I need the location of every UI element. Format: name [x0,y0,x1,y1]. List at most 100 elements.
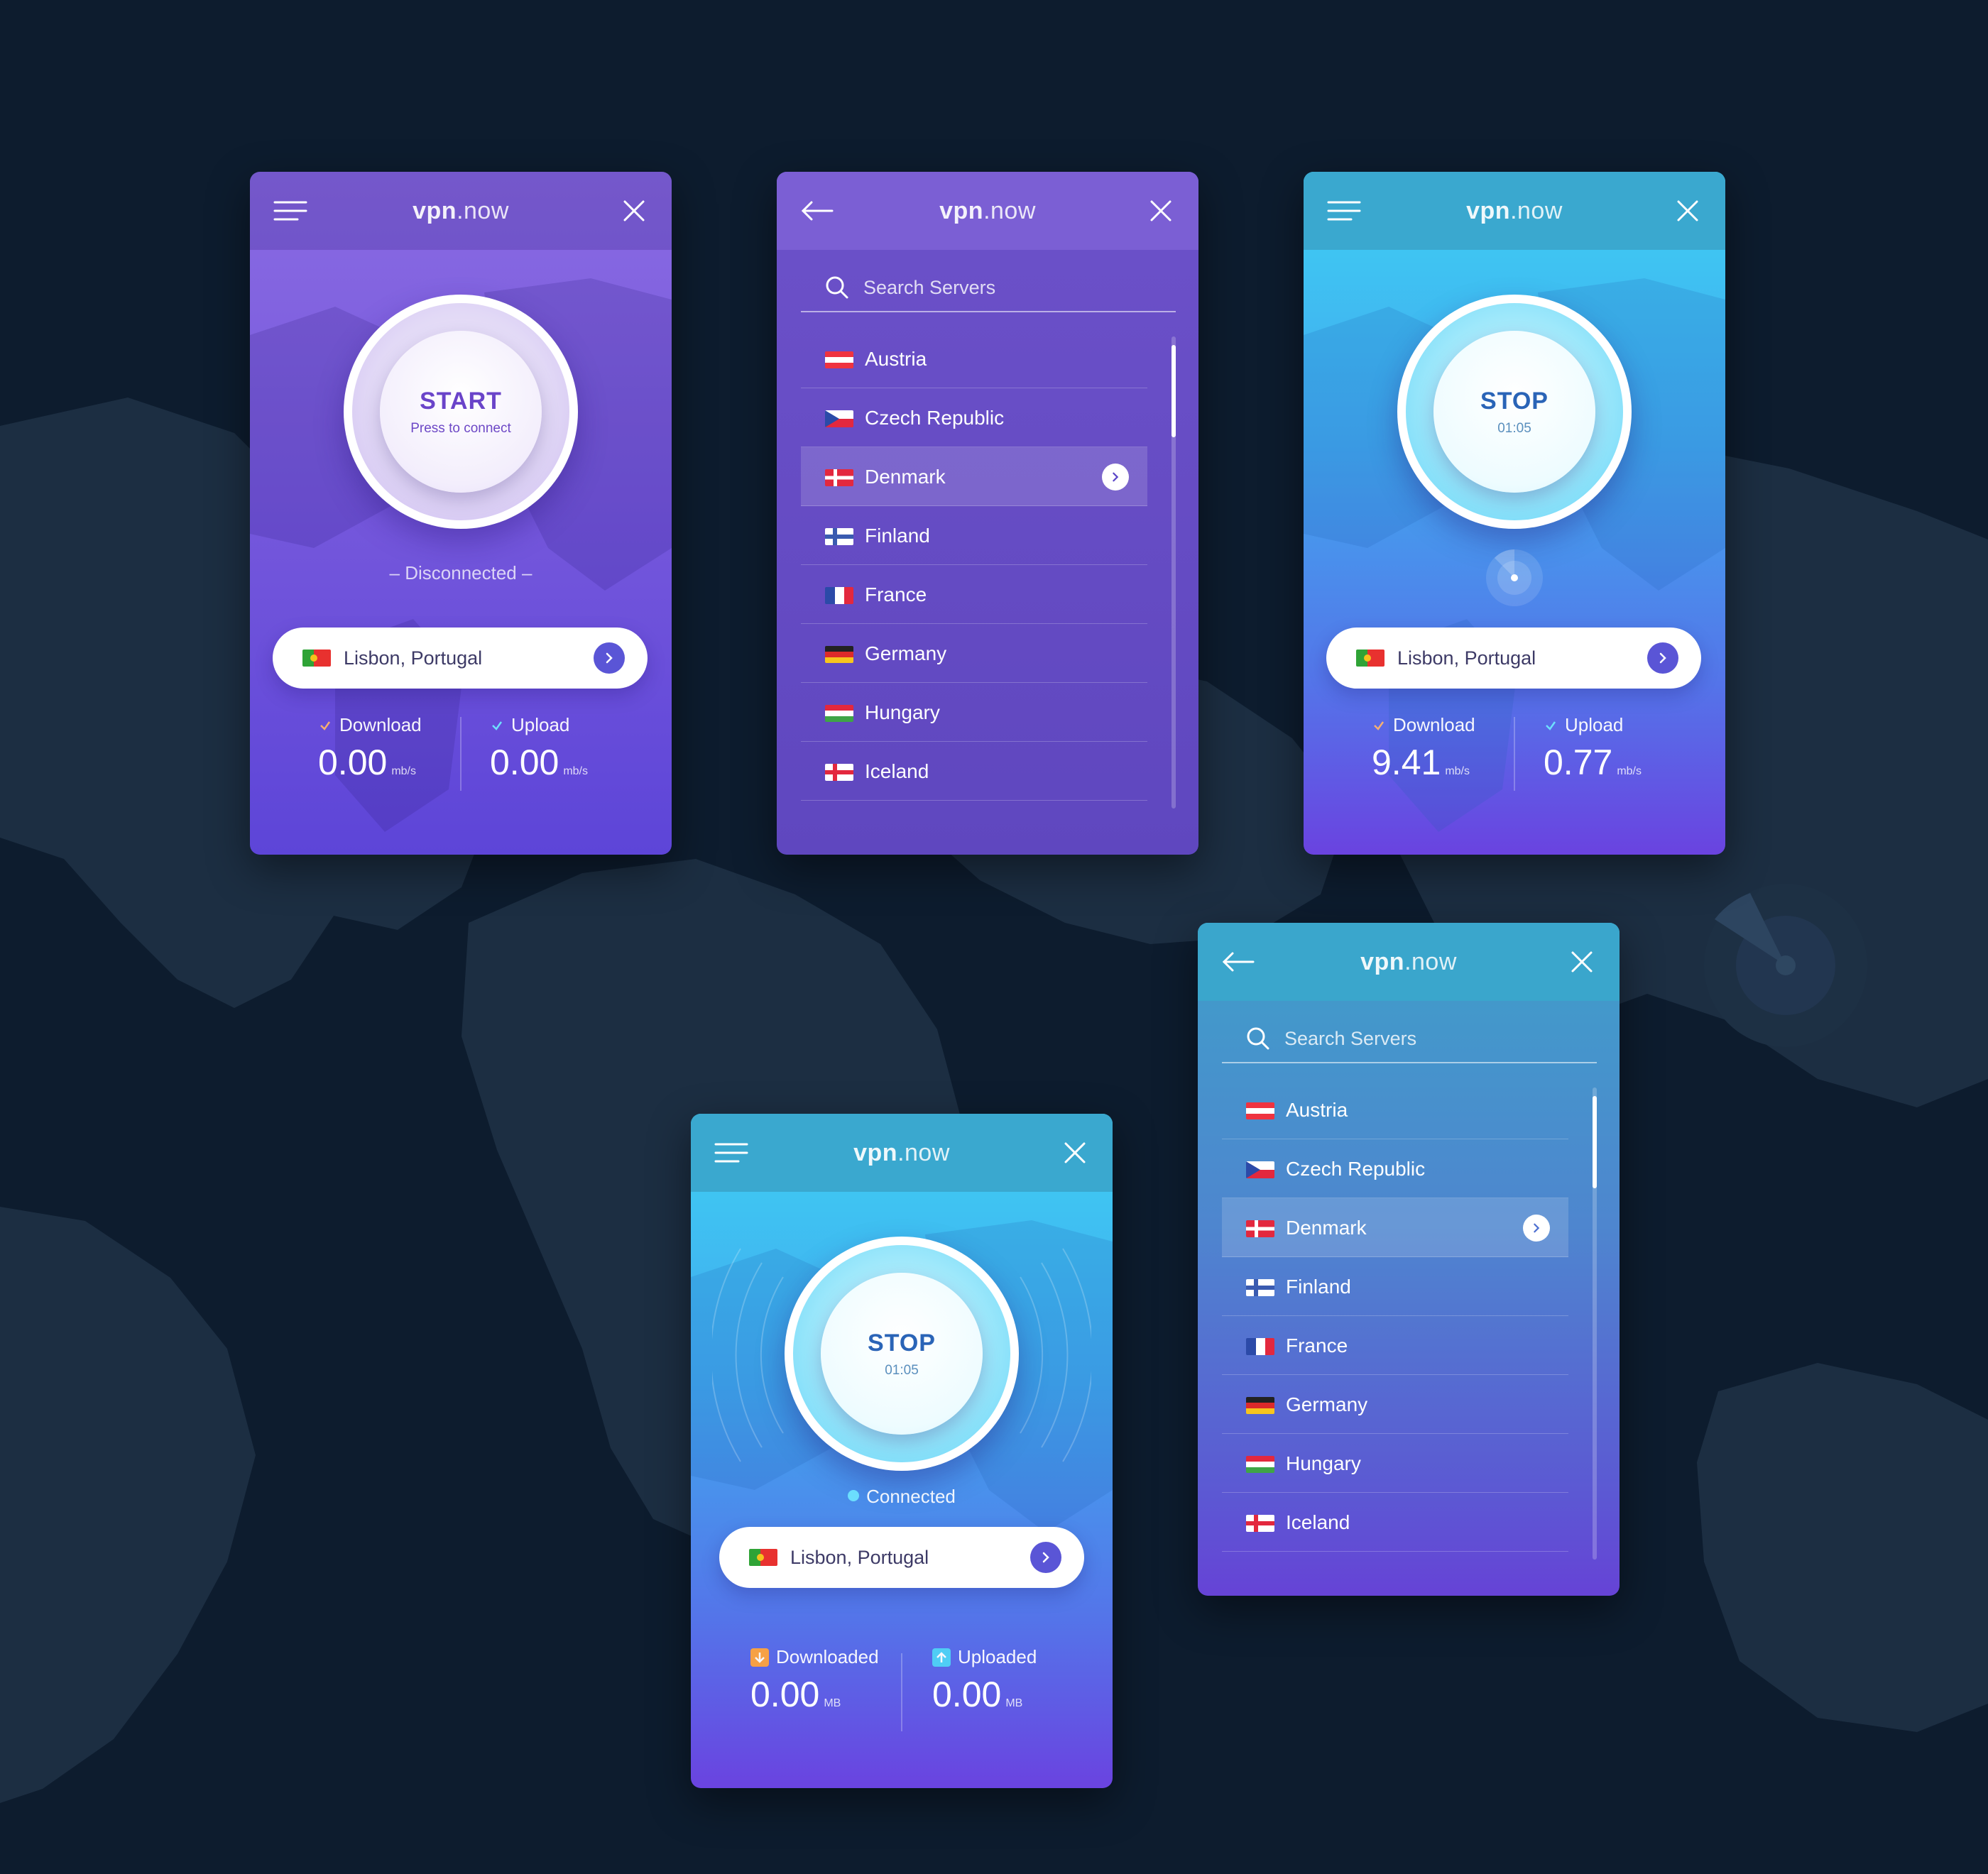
scrollbar[interactable] [1593,1087,1597,1560]
server-row-germany[interactable]: Germany [1222,1375,1568,1434]
upload-box-icon [932,1648,951,1667]
location-go-button[interactable] [594,642,625,674]
chevron-right-icon [606,652,613,664]
power-button[interactable]: STOP 01:05 [1397,295,1632,529]
server-row-czech-republic[interactable]: Czech Republic [1222,1139,1568,1198]
hungary-flag-icon [1246,1456,1274,1473]
location-name: Lisbon, Portugal [344,647,483,669]
austria-flag-icon [1246,1102,1274,1119]
search-bar [1222,1017,1597,1063]
header: vpn.now [777,172,1198,250]
home-screen-connecting: vpn.now STOP 01:05 Lisbon, Portugal Down… [1304,172,1725,855]
menu-button[interactable] [712,1134,750,1172]
scrollbar-thumb[interactable] [1172,345,1176,437]
germany-flag-icon [1246,1397,1274,1414]
location-name: Lisbon, Portugal [790,1547,929,1568]
scrollbar-thumb[interactable] [1593,1096,1597,1188]
location-selector[interactable]: Lisbon, Portugal [1326,628,1701,689]
hungary-flag-icon [825,705,853,722]
search-icon [826,276,848,299]
server-row-czech-republic[interactable]: Czech Republic [801,388,1147,447]
server-row-france[interactable]: France [1222,1316,1568,1375]
stats-divider [460,717,462,791]
close-icon [1150,200,1172,221]
stats-divider [901,1653,902,1731]
location-go-button[interactable] [1647,642,1678,674]
arrow-left-icon [1222,952,1255,972]
home-screen-disconnected: vpn.now START Press to connect – Disconn… [250,172,672,855]
search-input[interactable] [1284,1017,1583,1061]
location-selector[interactable]: Lisbon, Portugal [719,1527,1084,1588]
radar-decoration [1704,884,1867,1047]
server-row-austria[interactable]: Austria [1222,1080,1568,1139]
close-button[interactable] [1563,943,1601,981]
server-row-austria[interactable]: Austria [801,329,1147,388]
header: vpn.now [1198,923,1620,1001]
power-button[interactable]: STOP 01:05 [785,1237,1019,1471]
server-row-denmark[interactable]: Denmark [801,447,1147,506]
header: vpn.now [250,172,672,250]
connecting-spinner-icon [1486,549,1543,606]
france-flag-icon [1246,1338,1274,1355]
hamburger-icon [714,1143,748,1163]
portugal-flag-icon [749,1549,777,1566]
location-selector[interactable]: Lisbon, Portugal [273,628,648,689]
search-input[interactable] [863,265,1162,309]
server-row-hungary[interactable]: Hungary [801,683,1147,742]
germany-flag-icon [825,646,853,663]
close-button[interactable] [1142,192,1180,230]
location-go-button[interactable] [1030,1542,1061,1573]
czech-flag-icon [825,410,853,427]
server-list: Austria Czech Republic Denmark Finland F… [801,329,1147,801]
server-row-iceland[interactable]: Iceland [1222,1493,1568,1552]
close-button[interactable] [615,192,653,230]
server-row-finland[interactable]: Finland [801,506,1147,565]
chevron-right-icon [1659,652,1666,664]
brand-logo: vpn.now [1360,948,1457,975]
close-icon [1064,1142,1086,1163]
download-arrows-icon [320,720,331,730]
close-icon [1571,951,1593,972]
header: vpn.now [691,1114,1113,1192]
close-button[interactable] [1668,192,1707,230]
upload-stat: Upload 0.00 mb/s [490,714,588,782]
home-screen-connected: vpn.now STOP 01:05 Connected Lisbon, Por… [691,1114,1113,1788]
power-button[interactable]: START Press to connect [344,295,578,529]
brand-logo: vpn.now [413,197,509,224]
server-row-finland[interactable]: Finland [1222,1257,1568,1316]
server-list-screen-blue: vpn.now Austria Czech Republic Denmark F… [1198,923,1620,1596]
server-row-denmark[interactable]: Denmark [1222,1198,1568,1257]
iceland-flag-icon [825,764,853,781]
brand-logo: vpn.now [939,197,1036,224]
downloaded-stat: Downloaded 0.00 MB [750,1646,879,1714]
scrollbar[interactable] [1172,336,1176,809]
chevron-right-icon [1113,472,1119,482]
connection-timer: 01:05 [1497,420,1531,436]
close-icon [1677,200,1698,221]
back-button[interactable] [1219,943,1257,981]
select-server-button[interactable] [1102,464,1129,491]
connection-status: – Disconnected – [389,562,532,583]
connection-status: Connected [691,1486,1113,1508]
connection-timer: 01:05 [885,1362,919,1378]
server-row-germany[interactable]: Germany [801,624,1147,683]
server-row-iceland[interactable]: Iceland [801,742,1147,801]
menu-button[interactable] [1325,192,1363,230]
denmark-flag-icon [1246,1220,1274,1237]
menu-button[interactable] [271,192,310,230]
server-row-hungary[interactable]: Hungary [1222,1434,1568,1493]
download-stat: Download 9.41 mb/s [1372,714,1475,782]
server-row-france[interactable]: France [801,565,1147,624]
close-icon [623,200,645,221]
power-button-label: START [420,387,502,415]
server-list-screen-purple: vpn.now Austria Czech Republic Denmark F… [777,172,1198,855]
back-button[interactable] [798,192,836,230]
close-button[interactable] [1056,1134,1094,1172]
austria-flag-icon [825,351,853,368]
select-server-button[interactable] [1523,1215,1550,1242]
upload-arrows-icon [492,720,503,730]
search-bar [801,265,1176,312]
stats-divider [1514,717,1515,791]
czech-flag-icon [1246,1161,1274,1178]
upload-arrows-icon [1546,720,1556,730]
